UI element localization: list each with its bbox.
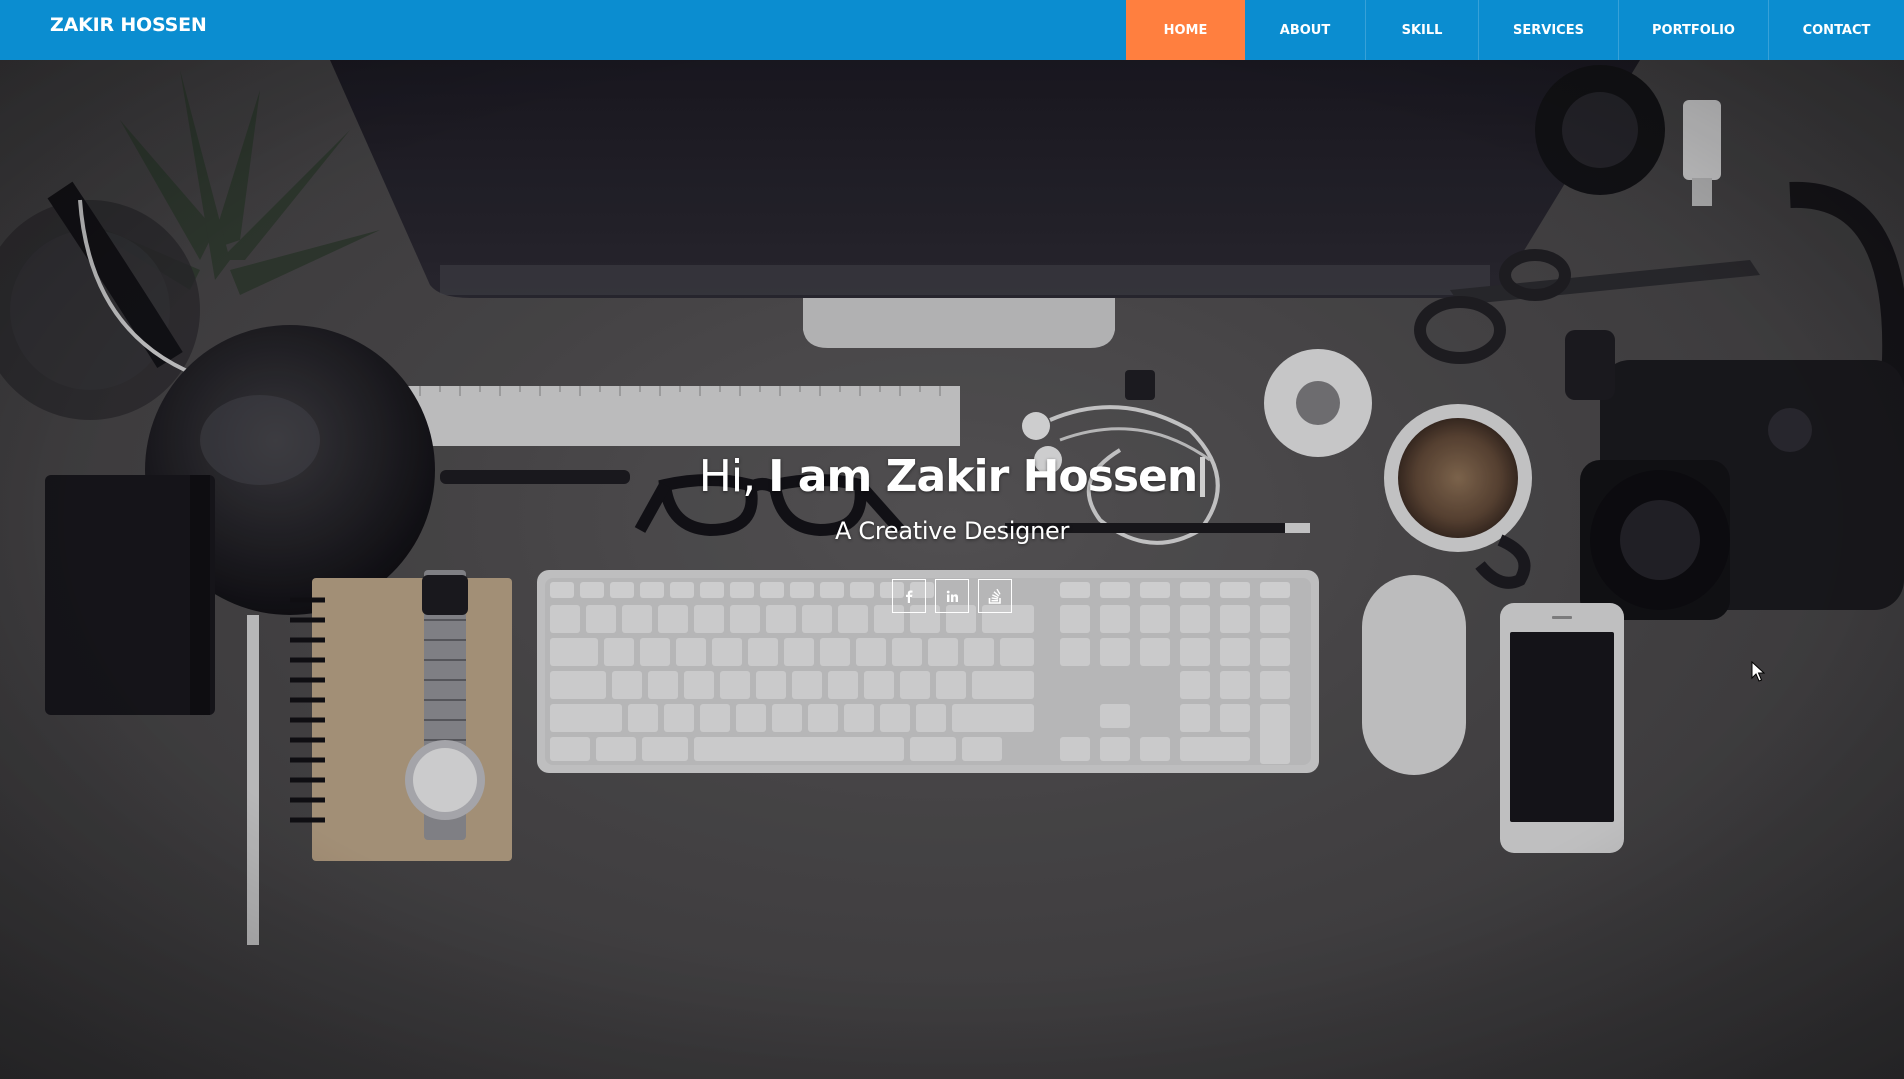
- nav-item-skill[interactable]: SKILL: [1365, 0, 1478, 60]
- nav-item-home[interactable]: HOME: [1126, 0, 1245, 60]
- hero-subtitle: A Creative Designer: [834, 517, 1070, 545]
- nav-item-about[interactable]: ABOUT: [1245, 0, 1365, 60]
- linkedin-button[interactable]: [935, 579, 969, 613]
- nav-item-contact[interactable]: CONTACT: [1768, 0, 1904, 60]
- typing-caret: [1200, 457, 1206, 497]
- social-links: [0, 579, 1904, 613]
- hero-content: Hi, I am Zakir Hossen A Creative Designe…: [0, 455, 1904, 613]
- page: ZAKIR HOSSEN HOME ABOUT SKILL SERVICES P…: [0, 0, 1904, 1079]
- nav-item-portfolio[interactable]: PORTFOLIO: [1618, 0, 1768, 60]
- hero-headline: Hi, I am Zakir Hossen: [0, 455, 1904, 499]
- stack-overflow-button[interactable]: [978, 579, 1012, 613]
- facebook-icon: [906, 590, 913, 603]
- mouse-cursor-icon: [1751, 661, 1765, 682]
- nav-item-services[interactable]: SERVICES: [1478, 0, 1618, 60]
- main-nav: HOME ABOUT SKILL SERVICES PORTFOLIO CONT…: [1126, 0, 1904, 60]
- linkedin-icon: [946, 590, 958, 602]
- brand-logo[interactable]: ZAKIR HOSSEN: [50, 14, 207, 36]
- stack-overflow-icon: [988, 588, 1001, 604]
- facebook-button[interactable]: [892, 579, 926, 613]
- navbar: ZAKIR HOSSEN HOME ABOUT SKILL SERVICES P…: [0, 0, 1904, 60]
- hero-greeting: Hi,: [698, 451, 756, 502]
- hero-name: I am Zakir Hossen: [768, 451, 1198, 502]
